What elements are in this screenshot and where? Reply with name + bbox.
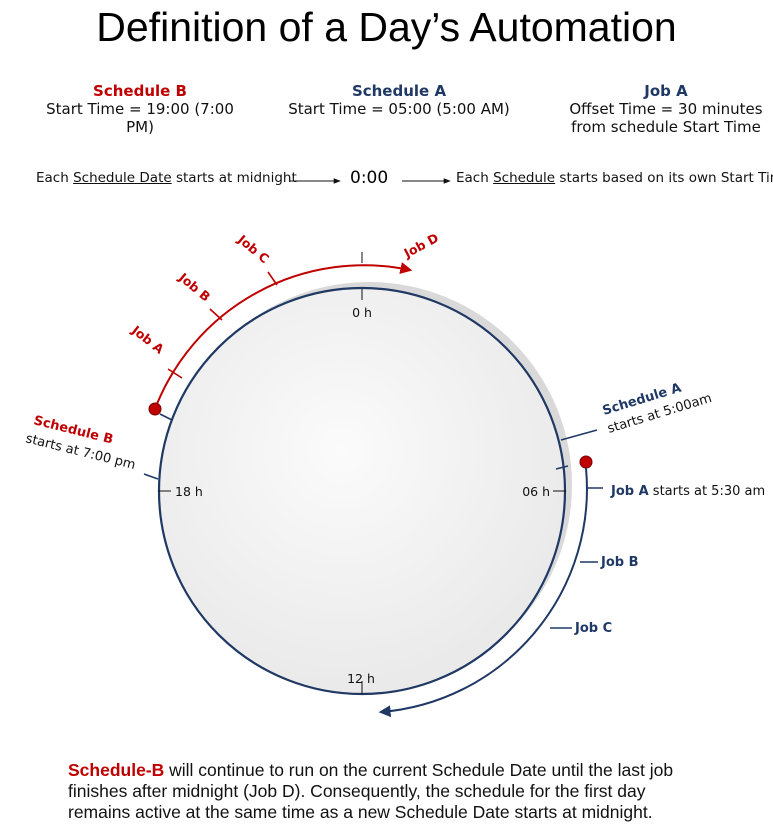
note-line3: remains active at the same time as a new… (68, 802, 653, 822)
hour-label-18: 18 h (175, 484, 203, 499)
schedule-b-clock-tick (159, 413, 173, 421)
note-bold: Schedule-B (68, 760, 165, 780)
blue-job-a-label: Job A starts at 5:30 am (610, 484, 765, 499)
red-job-c-tick (267, 271, 278, 286)
note-line2: finishes after midnight (Job D). Consequ… (68, 781, 646, 801)
hour-label-12: 12 h (347, 671, 375, 686)
blue-job-b-label: Job B (600, 555, 639, 570)
hour-label-0: 0 h (352, 305, 372, 320)
red-job-d-label: Job D (400, 230, 441, 261)
schedule-a-pointer (560, 429, 598, 441)
schedule-b-start-dot (148, 402, 162, 416)
schedule-b-pointer (143, 473, 159, 480)
clock-face (157, 286, 567, 696)
red-job-c-label: Job C (234, 231, 272, 266)
blue-job-c-label: Job C (574, 621, 612, 636)
red-job-a-label: Job A (128, 322, 167, 357)
note-line1: will continue to run on the current Sche… (164, 760, 674, 780)
day-clock-diagram: 0 h 06 h 12 h 18 h Job A Job B Job C Job… (24, 178, 765, 718)
job-a-start-dot (579, 455, 593, 469)
hour-label-6: 06 h (522, 484, 550, 499)
red-job-b-label: Job B (175, 269, 213, 304)
explanation-note: Schedule-B will continue to run on the c… (68, 760, 758, 823)
red-job-b-tick (209, 308, 223, 321)
